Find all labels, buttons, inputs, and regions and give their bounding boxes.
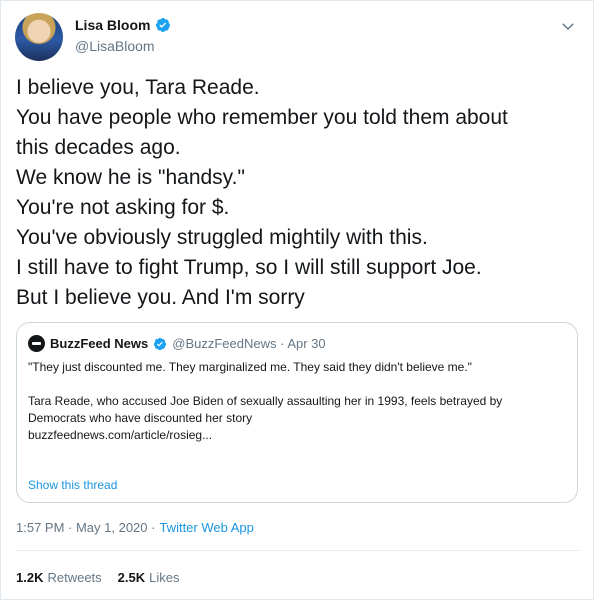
verified-badge-icon	[154, 337, 167, 350]
divider	[16, 550, 580, 551]
likes-stat[interactable]: 2.5K Likes	[118, 570, 180, 585]
verified-badge-icon	[156, 18, 171, 32]
tweet-line: You're not asking for $.	[16, 196, 230, 219]
tweet-source-app[interactable]: Twitter Web App	[159, 520, 253, 535]
likes-count: 2.5K	[117, 570, 146, 585]
quoted-handle-date: @BuzzFeedNews · Apr 30	[172, 336, 326, 351]
avatar[interactable]	[15, 13, 63, 61]
tweet-line: this decades ago.	[16, 136, 181, 159]
quoted-tweet-body: "They just discounted me. They marginali…	[28, 359, 558, 444]
buzzfeed-logo-icon	[28, 335, 45, 352]
tweet-line: We know he is "handsy."	[16, 166, 245, 189]
tweet-text: I believe you, Tara Reade. You have peop…	[16, 73, 576, 313]
tweet-card: Lisa Bloom @LisaBloom I believe you, Tar…	[0, 0, 594, 600]
tweet-line: But I believe you. And I'm sorry	[16, 286, 305, 309]
likes-label: Likes	[149, 570, 180, 585]
quoted-url: buzzfeednews.com/article/rosieg...	[28, 428, 213, 442]
tweet-header: Lisa Bloom @LisaBloom	[15, 13, 581, 61]
tweet-line: I still have to fight Trump, so I will s…	[16, 256, 482, 279]
chevron-down-icon[interactable]	[559, 17, 577, 35]
quoted-quote-line: "They just discounted me. They marginali…	[28, 360, 472, 374]
quoted-summary: Tara Reade, who accused Joe Biden of sex…	[28, 394, 503, 425]
tweet-stats: 1.2K Retweets 2.5K Likes	[16, 570, 180, 585]
author-display-name[interactable]: Lisa Bloom	[75, 17, 150, 33]
tweet-line: You have people who remember you told th…	[16, 106, 508, 129]
show-thread-link[interactable]: Show this thread	[28, 478, 117, 492]
retweets-count: 1.2K	[16, 570, 44, 585]
author-name-row: Lisa Bloom	[75, 17, 171, 33]
quoted-tweet-header: BuzzFeed News @BuzzFeedNews · Apr 30	[28, 335, 326, 352]
quoted-author-name: BuzzFeed News	[50, 336, 149, 351]
tweet-line: I believe you, Tara Reade.	[16, 76, 260, 99]
author-handle[interactable]: @LisaBloom	[75, 38, 155, 54]
tweet-meta: 1:57 PM · May 1, 2020 · Twitter Web App	[16, 520, 254, 535]
quoted-tweet[interactable]: BuzzFeed News @BuzzFeedNews · Apr 30 "Th…	[16, 322, 578, 503]
retweets-label: Retweets	[47, 570, 102, 585]
tweet-line: You've obviously struggled mightily with…	[16, 226, 428, 249]
tweet-timestamp[interactable]: 1:57 PM · May 1, 2020 ·	[16, 520, 155, 535]
retweets-stat[interactable]: 1.2K Retweets	[16, 570, 102, 585]
